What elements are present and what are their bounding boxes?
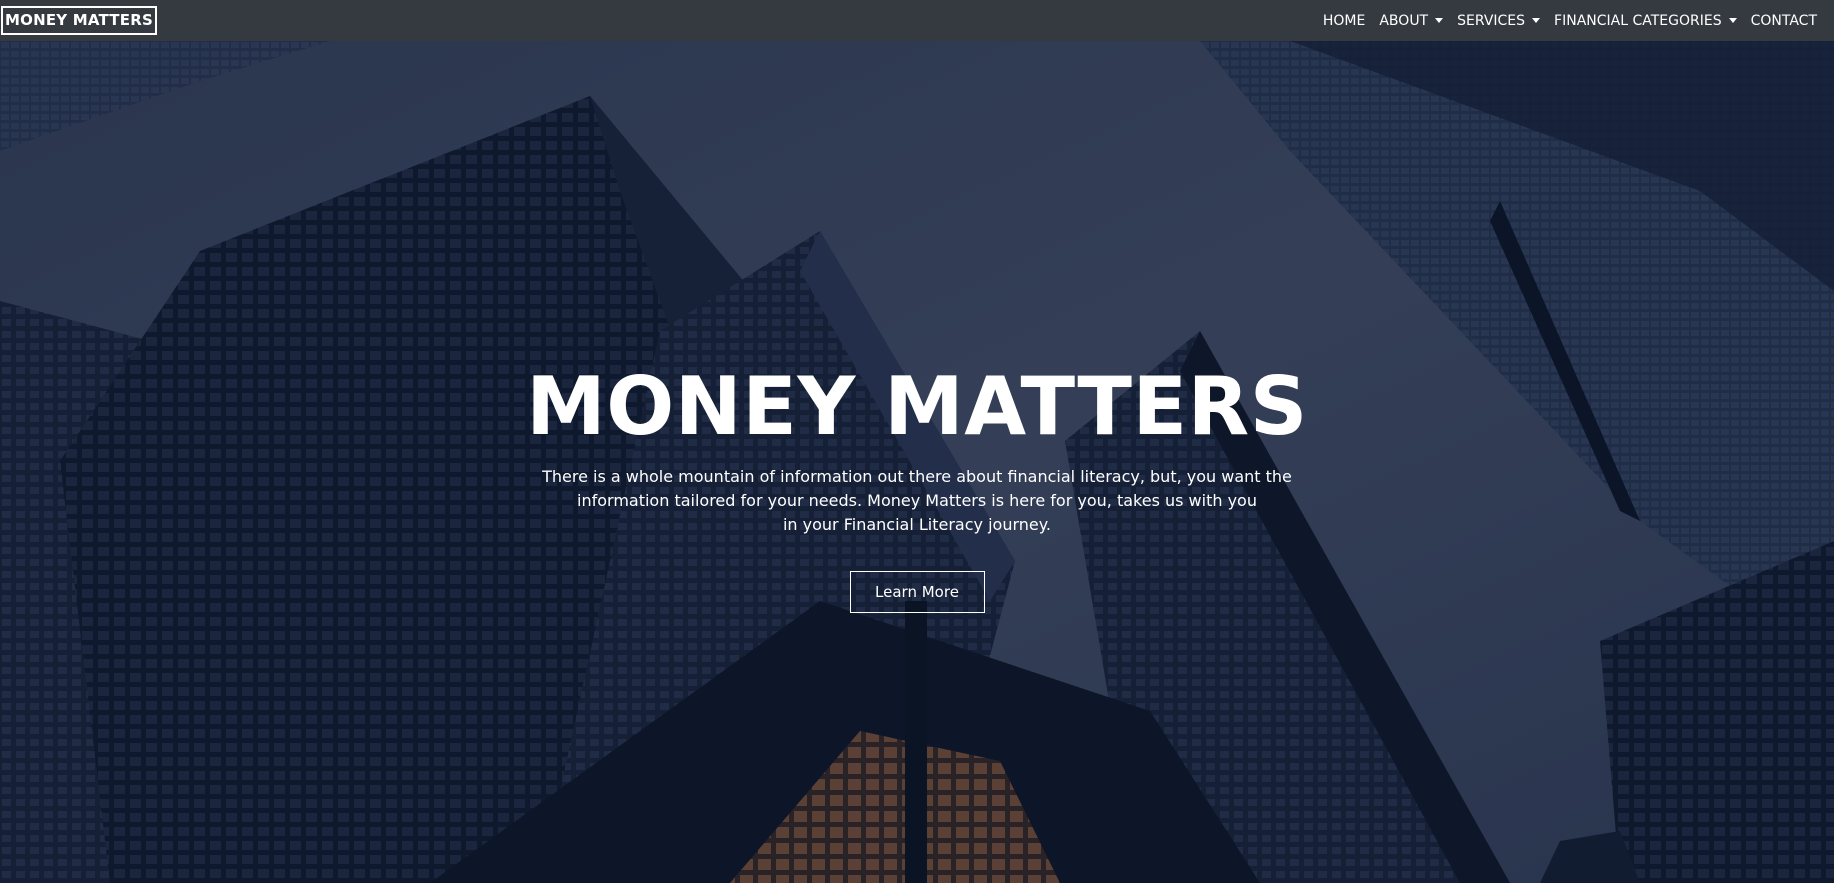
nav-financial-categories-label: FINANCIAL CATEGORIES	[1554, 12, 1722, 29]
hero-title: MONEY MATTERS	[526, 360, 1308, 453]
nav-about-dropdown[interactable]: ABOUT	[1372, 0, 1450, 41]
nav-about-label: ABOUT	[1379, 12, 1429, 29]
caret-down-icon	[1435, 18, 1444, 23]
nav-contact-label: CONTACT	[1750, 12, 1817, 29]
nav-services-label: SERVICES	[1457, 12, 1526, 29]
nav-contact[interactable]: CONTACT	[1744, 0, 1824, 41]
hero-description-line: There is a whole mountain of information…	[542, 467, 1292, 486]
hero-description-line: information tailored for your needs. Mon…	[577, 491, 1257, 510]
learn-more-button[interactable]: Learn More	[849, 571, 985, 613]
nav-home[interactable]: HOME	[1316, 0, 1372, 41]
hero-content: MONEY MATTERS There is a whole mountain …	[417, 359, 1417, 613]
caret-down-icon	[1532, 18, 1541, 23]
nav-links: HOME ABOUT SERVICES FINANCIAL CATEGORIES…	[1316, 0, 1824, 41]
nav-financial-categories-dropdown[interactable]: FINANCIAL CATEGORIES	[1547, 0, 1744, 41]
brand-logo[interactable]: MONEY MATTERS	[1, 6, 157, 35]
hero-description-line: in your Financial Literacy journey.	[782, 515, 1052, 534]
nav-services-dropdown[interactable]: SERVICES	[1450, 0, 1547, 41]
hero-description: There is a whole mountain of information…	[537, 465, 1297, 537]
hero-section: MONEY MATTERS There is a whole mountain …	[0, 41, 1834, 883]
navbar: MONEY MATTERS HOME ABOUT SERVICES FINANC…	[0, 0, 1834, 41]
nav-home-label: HOME	[1322, 12, 1366, 29]
caret-down-icon	[1728, 18, 1737, 23]
page: MONEY MATTERS HOME ABOUT SERVICES FINANC…	[0, 0, 1834, 883]
